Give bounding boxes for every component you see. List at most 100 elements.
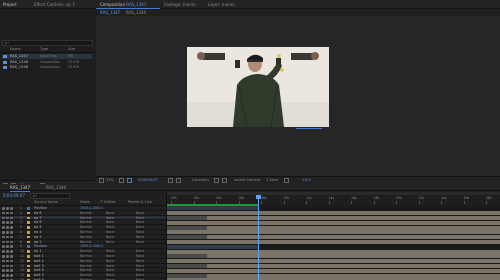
layer-name[interactable]: ep 2 <box>34 240 41 244</box>
solo-icon[interactable] <box>10 259 13 263</box>
layer-duration-bar[interactable] <box>167 249 500 254</box>
layer-duration-bar[interactable] <box>167 230 500 235</box>
col-source-name[interactable]: Source Name <box>34 200 58 205</box>
trkmat-select[interactable]: None <box>106 259 114 263</box>
playhead[interactable] <box>258 195 259 280</box>
layer-name[interactable]: bolt 1 <box>34 254 44 258</box>
parent-select[interactable]: None <box>136 235 144 239</box>
layer-duration-bar[interactable] <box>167 273 500 278</box>
timeline-search-input[interactable]: ρ• <box>30 193 70 199</box>
layer-name[interactable]: ep 8 <box>34 211 41 215</box>
layer-name[interactable]: bolt 5 <box>34 273 44 277</box>
label-color-swatch[interactable] <box>27 216 30 220</box>
parent-select[interactable]: None <box>136 268 144 272</box>
solo-icon[interactable] <box>10 240 13 244</box>
layer-duration-bar[interactable] <box>167 259 500 264</box>
solo-icon[interactable] <box>10 264 13 268</box>
col-trkmat[interactable]: T TrkMat <box>100 200 115 205</box>
label-color-swatch[interactable] <box>27 226 30 229</box>
layer-duration-bar[interactable] <box>167 225 500 230</box>
solo-icon[interactable] <box>10 250 13 253</box>
parent-select[interactable]: None <box>136 225 144 229</box>
exposure-offset[interactable]: +0.0 <box>302 178 311 183</box>
timeline-timecode[interactable]: 0;00;09;07 <box>3 193 25 198</box>
blend-mode-select[interactable]: Normal <box>80 240 92 244</box>
parent-select[interactable]: None <box>136 220 144 224</box>
layer-name[interactable]: ep 5 <box>34 225 41 229</box>
parent-select[interactable]: None <box>136 211 144 215</box>
trkmat-select[interactable]: None <box>106 249 114 253</box>
audio-icon[interactable] <box>6 221 9 224</box>
blend-mode-select[interactable]: Normal <box>80 216 92 220</box>
magnification-icon[interactable] <box>99 178 104 183</box>
solo-icon[interactable] <box>10 216 13 220</box>
parent-select[interactable]: None <box>136 240 144 244</box>
parent-select[interactable]: None <box>136 249 144 253</box>
layer-name[interactable]: ep 3 <box>34 235 41 239</box>
visibility-icon[interactable] <box>2 274 5 277</box>
label-color-swatch[interactable] <box>27 259 30 263</box>
audio-icon[interactable] <box>6 235 9 239</box>
label-color-swatch[interactable] <box>27 240 30 244</box>
tab-project[interactable]: Project <box>3 1 17 8</box>
visibility-icon[interactable] <box>2 207 5 210</box>
timeline-tab-1[interactable]: RAS_1347 <box>10 184 31 192</box>
toggle-icon[interactable] <box>284 178 289 183</box>
blend-mode-select[interactable]: Normal <box>80 225 92 229</box>
audio-icon[interactable] <box>6 259 9 263</box>
comp-subtab-2[interactable]: RAS_1346 <box>126 9 146 16</box>
viewer-timecode[interactable]: 0;00;09;07 <box>138 178 158 183</box>
trkmat-select[interactable]: None <box>106 216 114 220</box>
solo-icon[interactable] <box>10 269 13 272</box>
label-color-swatch[interactable] <box>27 264 30 268</box>
project-item[interactable]: RAS_1346 Composition 23.976 <box>2 60 92 65</box>
trkmat-select[interactable]: None <box>106 268 114 272</box>
layer-duration-bar[interactable] <box>167 263 500 269</box>
tab-layer[interactable]: Layer: (none) <box>208 1 235 8</box>
solo-icon[interactable] <box>10 231 13 234</box>
col-mode[interactable]: Mode <box>80 200 90 205</box>
blend-mode-select[interactable]: Normal <box>80 235 92 239</box>
trkmat-select[interactable]: None <box>106 220 114 224</box>
layer-duration-bar[interactable] <box>167 244 259 249</box>
label-color-swatch[interactable] <box>27 250 30 253</box>
layer-name[interactable]: bolt 2 <box>34 259 44 263</box>
resolution-select[interactable]: (Quarter) <box>192 178 209 183</box>
visibility-icon[interactable] <box>2 226 5 229</box>
visibility-icon[interactable] <box>2 240 5 244</box>
audio-icon[interactable] <box>6 250 9 253</box>
grid-icon[interactable] <box>119 178 124 183</box>
transparency-icon[interactable] <box>222 178 227 183</box>
audio-icon[interactable] <box>6 255 9 258</box>
label-color-swatch[interactable] <box>27 231 30 234</box>
visibility-icon[interactable] <box>2 245 5 248</box>
color-icon[interactable] <box>176 178 181 183</box>
roi-icon[interactable] <box>214 178 219 183</box>
tab-footage[interactable]: Footage: (none) <box>164 1 196 8</box>
blend-mode-select[interactable]: Normal <box>80 254 92 258</box>
label-color-swatch[interactable] <box>27 245 30 248</box>
audio-icon[interactable] <box>6 207 9 210</box>
label-color-swatch[interactable] <box>27 269 30 272</box>
layer-name[interactable]: ep 4 <box>34 230 41 234</box>
playhead-handle[interactable] <box>256 195 261 199</box>
layer-name[interactable]: bolt 4 <box>34 268 44 272</box>
layer-name[interactable]: bolt 3 <box>34 264 44 268</box>
trkmat-select[interactable]: None <box>106 235 114 239</box>
solo-icon[interactable] <box>10 226 13 229</box>
layer-name[interactable]: Position <box>34 206 47 210</box>
layer-duration-bar[interactable] <box>167 268 500 273</box>
project-item[interactable]: RAS_1348 Composition 23.976 <box>2 65 92 70</box>
layer-duration-bar[interactable] <box>167 239 500 245</box>
visibility-icon[interactable] <box>2 235 5 239</box>
visibility-icon[interactable] <box>2 255 5 258</box>
col-parent[interactable]: Parent & Link <box>128 200 152 205</box>
zoom-level[interactable]: 33% <box>106 178 114 183</box>
trkmat-select[interactable]: None <box>106 240 114 244</box>
parent-select[interactable]: None <box>136 264 144 268</box>
parent-select[interactable]: None <box>136 273 144 277</box>
col-size[interactable]: Size <box>68 47 75 52</box>
label-color-swatch[interactable] <box>27 221 30 224</box>
blend-mode-select[interactable]: Normal <box>80 220 92 224</box>
camera-select[interactable]: Active Camera <box>234 178 260 183</box>
